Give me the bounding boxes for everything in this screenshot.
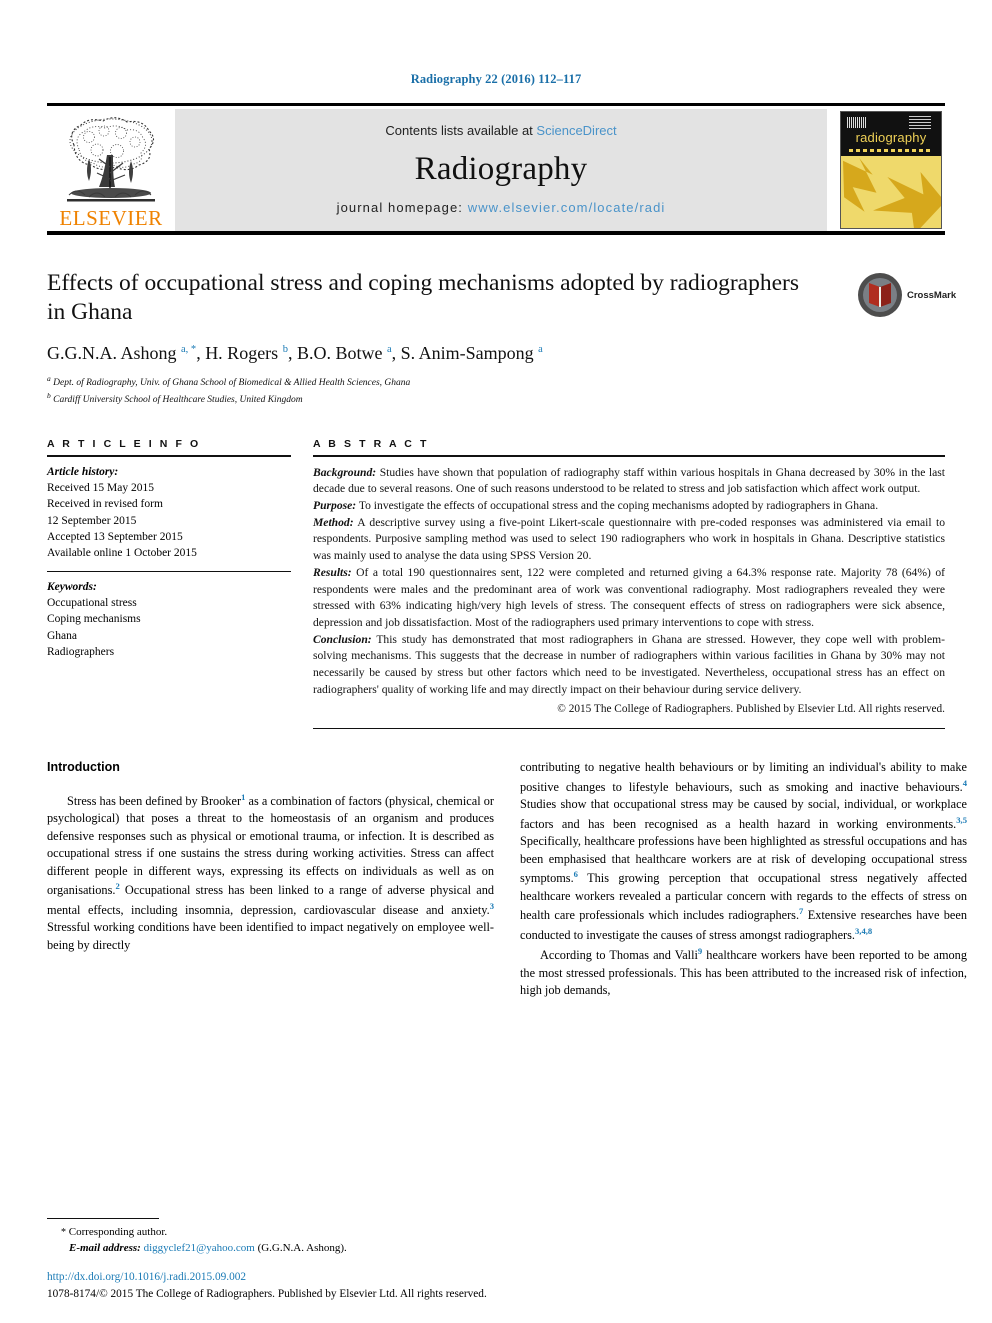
abstract-text-background: Studies have shown that population of ra…	[313, 465, 945, 496]
keywords-group: Keywords: Occupational stress Coping mec…	[47, 572, 291, 670]
abstract-label-background: Background:	[313, 465, 377, 479]
journal-cover-image: radiography	[840, 111, 942, 229]
abstract-body: Background: Studies have shown that popu…	[313, 457, 945, 718]
issn-copyright-line: 1078-8174/© 2015 The College of Radiogra…	[47, 1288, 487, 1301]
journal-homepage-line: journal homepage: www.elsevier.com/locat…	[337, 200, 666, 215]
masthead-center: Contents lists available at ScienceDirec…	[175, 109, 827, 231]
affiliation-text-a: Dept. of Radiography, Univ. of Ghana Sch…	[53, 378, 411, 389]
journal-title: Radiography	[414, 150, 588, 187]
sciencedirect-link[interactable]: ScienceDirect	[536, 123, 616, 138]
body-region: Introduction Stress has been defined by …	[47, 759, 967, 999]
homepage-prefix: journal homepage:	[336, 200, 463, 215]
affiliation-a: a Dept. of Radiography, Univ. of Ghana S…	[47, 374, 945, 391]
title-block: Effects of occupational stress and copin…	[47, 269, 956, 408]
elsevier-tree-icon	[67, 117, 155, 202]
masthead-bottom-rule	[47, 231, 945, 235]
contents-available-line: Contents lists available at ScienceDirec…	[385, 123, 616, 138]
abstract-section-results: Results: Of a total 190 questionnaires s…	[313, 565, 945, 632]
introduction-heading: Introduction	[47, 760, 120, 775]
abstract-text-results: Of a total 190 questionnaires sent, 122 …	[313, 565, 945, 629]
affiliation-b: b Cardiff University School of Healthcar…	[47, 391, 945, 408]
info-abstract-region: A R T I C L E I N F O Article history: R…	[47, 438, 945, 730]
crossmark-badge[interactable]: CrossMark	[857, 269, 956, 321]
article-history-label: Article history:	[47, 465, 119, 478]
crossmark-label: CrossMark	[907, 289, 957, 301]
corresponding-author-line: * Corresponding author.	[47, 1225, 494, 1241]
corresponding-label: Corresponding author.	[68, 1226, 168, 1239]
body-column-right: contributing to negative health behaviou…	[520, 759, 967, 999]
contents-prefix: Contents lists available at	[385, 123, 533, 138]
doi-link[interactable]: http://dx.doi.org/10.1016/j.radi.2015.09…	[47, 1269, 747, 1286]
elsevier-logo: ELSEVIER	[47, 109, 175, 231]
abstract-section-purpose: Purpose: To investigate the effects of o…	[313, 498, 945, 515]
article-info-column: A R T I C L E I N F O Article history: R…	[47, 438, 291, 729]
homepage-link[interactable]: www.elsevier.com/locate/radi	[468, 200, 666, 215]
email-label: E-mail address:	[69, 1242, 141, 1255]
page-title: Effects of occupational stress and copin…	[47, 270, 799, 326]
abstract-section-method: Method: A descriptive survey using a fiv…	[313, 515, 945, 565]
email-owner: (G.G.N.A. Ashong).	[257, 1242, 347, 1255]
crossmark-icon	[858, 273, 902, 317]
cover-journal-title: radiography	[855, 130, 927, 145]
keyword-item: Radiographers	[47, 645, 115, 658]
email-link[interactable]: diggyclef21@yahoo.com	[144, 1242, 255, 1254]
email-line: E-mail address: diggyclef21@yahoo.com (G…	[47, 1241, 494, 1257]
abstract-heading: A B S T R A C T	[313, 438, 429, 451]
author-list: G.G.N.A. Ashong a, *, H. Rogers b, B.O. …	[47, 343, 543, 364]
history-item: Received 15 May 2015	[47, 482, 154, 495]
article-page: Radiography 22 (2016) 112–117 ELSEVIER C…	[0, 0, 992, 1323]
abstract-section-conclusion: Conclusion: This study has demonstrated …	[313, 632, 945, 699]
running-head: Radiography 22 (2016) 112–117	[410, 72, 582, 86]
article-info-heading: A R T I C L E I N F O	[47, 438, 201, 451]
keyword-item: Occupational stress	[47, 596, 137, 609]
keyword-item: Coping mechanisms	[47, 613, 141, 626]
doi-footer: http://dx.doi.org/10.1016/j.radi.2015.09…	[47, 1269, 747, 1303]
body-column-left: Introduction Stress has been defined by …	[47, 759, 494, 999]
abstract-label-purpose: Purpose:	[313, 499, 357, 513]
journal-cover: radiography	[837, 109, 945, 231]
cover-barcode-icon	[847, 117, 867, 128]
journal-masthead: ELSEVIER Contents lists available at Sci…	[47, 103, 945, 235]
abstract-label-conclusion: Conclusion:	[313, 632, 372, 646]
history-item: Available online 1 October 2015	[47, 547, 197, 560]
abstract-text-purpose: To investigate the effects of occupation…	[356, 499, 879, 513]
cover-dashed-rule	[849, 149, 933, 152]
abstract-copyright: © 2015 The College of Radiographers. Pub…	[557, 703, 945, 716]
affiliation-marker-b: b	[47, 391, 51, 401]
masthead-top-rule	[47, 103, 945, 106]
corresponding-marker: *	[61, 1227, 66, 1239]
intro-paragraph: Stress has been defined by Brooker1 as a…	[47, 791, 494, 952]
affiliation-text-b: Cardiff University School of Healthcare …	[53, 395, 303, 406]
abstract-label-results: Results:	[313, 565, 352, 579]
abstract-label-method: Method:	[313, 515, 354, 529]
affiliation-list: a Dept. of Radiography, Univ. of Ghana S…	[47, 374, 945, 408]
elsevier-wordmark: ELSEVIER	[59, 206, 163, 230]
intro-paragraph: contributing to negative health behaviou…	[520, 760, 967, 942]
abstract-rule-bottom	[313, 727, 945, 730]
keywords-label: Keywords:	[47, 580, 97, 593]
abstract-column: A B S T R A C T Background: Studies have…	[313, 438, 945, 730]
intro-paragraph: According to Thomas and Valli9 healthcar…	[520, 946, 967, 998]
article-history-group: Article history: Received 15 May 2015 Re…	[47, 457, 291, 571]
cover-marks-icon	[909, 116, 931, 129]
history-item: Received in revised form	[47, 498, 163, 511]
history-item: Accepted 13 September 2015	[47, 531, 183, 543]
corresponding-author-footnote: * Corresponding author. E-mail address: …	[47, 1218, 494, 1257]
affiliation-marker-a: a	[47, 374, 51, 384]
abstract-section-background: Background: Studies have shown that popu…	[313, 465, 945, 498]
footnote-rule	[47, 1218, 159, 1220]
abstract-text-method: A descriptive survey using a five-point …	[313, 515, 945, 563]
keyword-item: Ghana	[47, 629, 78, 642]
history-item: 12 September 2015	[47, 514, 137, 527]
abstract-text-conclusion: This study has demonstrated that most ra…	[313, 632, 945, 696]
